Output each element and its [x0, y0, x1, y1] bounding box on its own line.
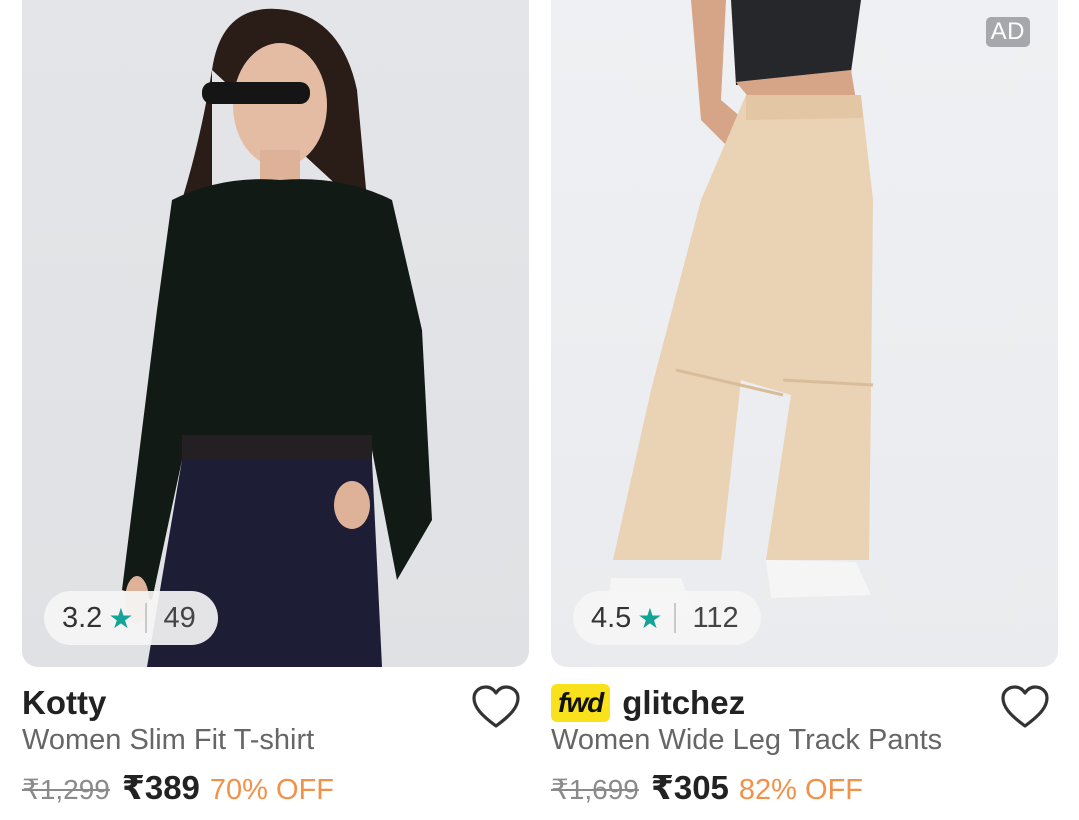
discount-label: 82% OFF [738, 774, 864, 806]
brand-name: glitchez [622, 684, 746, 721]
rating-count: 49 [163, 601, 196, 634]
selling-price: ₹305 [650, 769, 729, 806]
product-image[interactable]: 3.2 ★ 49 [22, 0, 529, 667]
product-card[interactable]: AD 4.5 ★ 112 fwd glitchez Women Wide Leg… [551, 0, 1058, 820]
product-photo-illustration [606, 0, 874, 615]
brand-row: Kotty [22, 678, 106, 728]
product-grid: 3.2 ★ 49 Kotty Women Slim Fit T-shirt ₹1… [0, 0, 1079, 820]
brand-row: fwd glitchez [551, 678, 745, 728]
rating-divider [145, 603, 148, 633]
product-title[interactable]: Women Wide Leg Track Pants [551, 724, 942, 757]
discount-label: 70% OFF [209, 774, 335, 806]
original-price: ₹1,699 [551, 774, 639, 805]
wishlist-heart-icon[interactable] [471, 684, 521, 730]
rating-divider [674, 603, 677, 633]
ad-badge: AD [985, 17, 1030, 47]
fwd-badge: fwd [551, 684, 611, 722]
product-photo-illustration [122, 8, 432, 667]
rating-pill: 4.5 ★ 112 [573, 591, 761, 645]
price-row: ₹1,299 ₹389 70% OFF [22, 768, 334, 807]
price-row: ₹1,699 ₹305 82% OFF [551, 768, 863, 807]
product-image[interactable]: AD 4.5 ★ 112 [551, 0, 1058, 667]
selling-price: ₹389 [121, 769, 200, 806]
original-price: ₹1,299 [22, 774, 110, 805]
star-icon: ★ [637, 602, 663, 634]
brand-name: Kotty [22, 684, 107, 721]
wishlist-heart-icon[interactable] [1000, 684, 1050, 730]
rating-score: 4.5 [591, 601, 632, 634]
rating-count: 112 [692, 601, 739, 634]
product-card[interactable]: 3.2 ★ 49 Kotty Women Slim Fit T-shirt ₹1… [22, 0, 529, 820]
star-icon: ★ [108, 602, 134, 634]
rating-pill: 3.2 ★ 49 [44, 591, 218, 645]
product-title[interactable]: Women Slim Fit T-shirt [22, 724, 314, 757]
rating-score: 3.2 [62, 601, 103, 634]
